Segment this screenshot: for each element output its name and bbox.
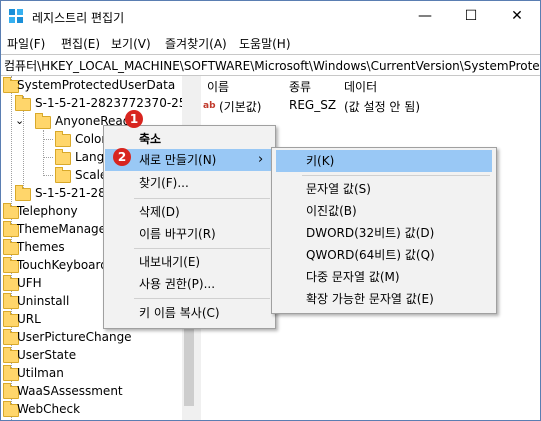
submenu-item-string[interactable]: 문자열 값(S) (273, 178, 495, 200)
folder-icon (35, 113, 51, 129)
menu-edit[interactable]: 편집(E) (61, 35, 100, 52)
column-header-type[interactable]: 종류 (289, 78, 311, 95)
menu-separator (134, 298, 270, 299)
collapse-chevron-icon[interactable]: ⌄ (15, 112, 24, 130)
tree-connector (43, 130, 44, 174)
folder-icon (15, 185, 31, 201)
tree-node-label: S-1-5-21-2823772370-25 (35, 96, 187, 110)
submenu-item-qword[interactable]: QWORD(64비트) 값(Q) (273, 244, 495, 266)
value-type: REG_SZ (289, 98, 337, 112)
tree-node-label: S-1-5-21-28 (35, 186, 106, 200)
address-bar[interactable]: 컴퓨터\HKEY_LOCAL_MACHINE\SOFTWARE\Microsof… (1, 54, 540, 76)
minimize-button[interactable]: — (402, 1, 448, 32)
submenu-arrow-icon: › (258, 152, 264, 167)
menu-bar: 파일(F) 편집(E) 보기(V) 즐겨찾기(A) 도움말(H) (1, 32, 540, 53)
tree-connector (43, 157, 53, 158)
value-name[interactable]: (기본값) (219, 98, 261, 115)
menu-item-collapse[interactable]: 축소 (105, 128, 274, 150)
menu-view[interactable]: 보기(V) (111, 35, 151, 52)
folder-icon (15, 95, 31, 111)
tree-node-label: Themes (17, 240, 65, 254)
menu-item-copy-key-name[interactable]: 키 이름 복사(C) (105, 302, 274, 324)
submenu-item-binary[interactable]: 이진값(B) (273, 200, 495, 222)
new-submenu: 키(K) 문자열 값(S) 이진값(B) DWORD(32비트) 값(D) QW… (271, 147, 497, 314)
close-button[interactable]: ✕ (494, 1, 540, 32)
value-data: (값 설정 안 됨) (344, 100, 421, 114)
menu-item-rename[interactable]: 이름 바꾸기(R) (105, 223, 274, 245)
menu-favorites[interactable]: 즐겨찾기(A) (165, 35, 227, 52)
column-header-data[interactable]: 데이터 (344, 78, 377, 95)
tree-node-label: UserState (17, 348, 77, 362)
title-bar: 레지스트리 편집기 — ☐ ✕ (1, 1, 540, 32)
maximize-icon: ☐ (464, 8, 478, 24)
menu-item-find[interactable]: 찾기(F)... (105, 172, 274, 194)
menu-separator (134, 248, 270, 249)
menu-help[interactable]: 도움말(H) (239, 35, 291, 52)
tree-node-label: WaaSAssessment (17, 384, 123, 398)
tree-node-label: Utilman (17, 366, 64, 380)
tree-node-label: UserPictureChange (17, 330, 132, 344)
tree-node-label: URL (17, 312, 41, 326)
tree-node-label: Telephony (17, 204, 78, 218)
address-path[interactable]: 컴퓨터\HKEY_LOCAL_MACHINE\SOFTWARE\Microsof… (4, 57, 540, 74)
menu-item-export[interactable]: 내보내기(E) (105, 251, 274, 273)
column-header-name[interactable]: 이름 (207, 78, 229, 95)
submenu-item-expandable-string[interactable]: 확장 가능한 문자열 값(E) (273, 288, 495, 310)
menu-item-permissions[interactable]: 사용 권한(P)... (105, 273, 274, 295)
window-title: 레지스트리 편집기 (32, 11, 125, 25)
tree-node-label: SystemProtectedUserData (17, 78, 176, 92)
tree-scrollbar-thumb[interactable] (184, 326, 194, 406)
tree-node-label: UFH (17, 276, 42, 290)
string-value-icon: ab (203, 101, 216, 111)
tree-connector (43, 175, 53, 176)
tree-node-label: Color (75, 132, 107, 146)
menu-file[interactable]: 파일(F) (7, 35, 45, 52)
minimize-icon: — (418, 8, 432, 24)
folder-icon (55, 167, 71, 183)
tree-node-label: ThemeManager (17, 222, 111, 236)
tree-node-label: TouchKeyboard (17, 258, 108, 272)
step-badge-2: 2 (113, 148, 131, 166)
submenu-item-key[interactable]: 키(K) (276, 150, 492, 172)
submenu-item-multi-string[interactable]: 다중 문자열 값(M) (273, 266, 495, 288)
folder-icon (55, 131, 71, 147)
tree-connector (43, 139, 53, 140)
registry-editor-icon (9, 9, 23, 23)
menu-separator (302, 175, 490, 176)
menu-separator (134, 198, 270, 199)
step-badge-1: 1 (125, 110, 143, 128)
tree-node-label: WebCheck (17, 402, 81, 416)
maximize-button[interactable]: ☐ (448, 1, 494, 32)
submenu-item-dword[interactable]: DWORD(32비트) 값(D) (273, 222, 495, 244)
tree-node-label: Uninstall (17, 294, 70, 308)
folder-icon (55, 149, 71, 165)
close-icon: ✕ (511, 8, 523, 24)
menu-item-delete[interactable]: 삭제(D) (105, 201, 274, 223)
